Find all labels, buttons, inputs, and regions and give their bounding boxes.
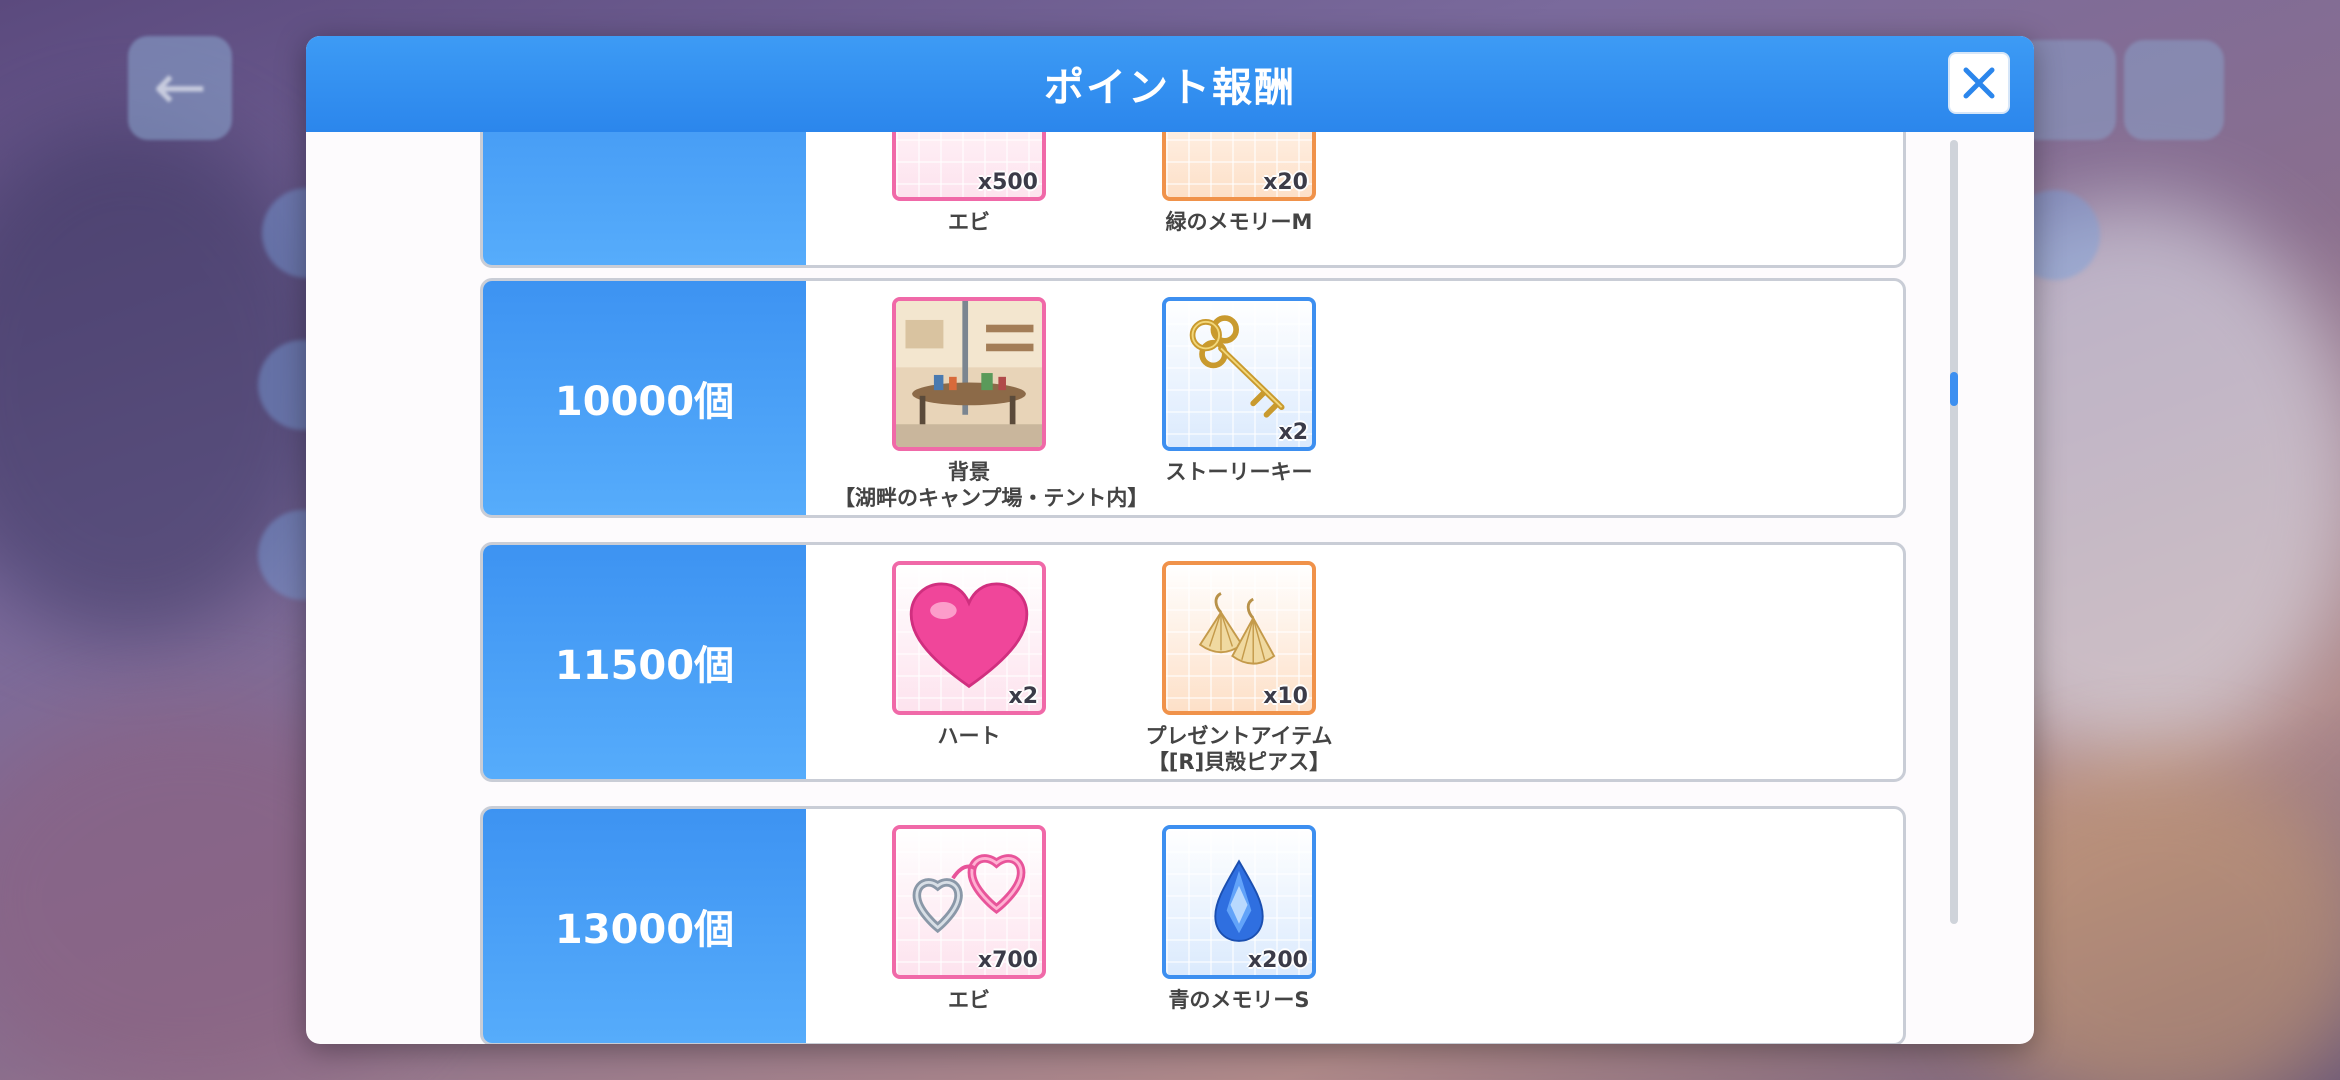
back-arrow-icon: ←	[128, 36, 232, 140]
item-quantity: x2	[1278, 420, 1309, 445]
reward-row: 11500個 x2 ハート x10 プレゼントアイテム 【[R]貝殻ピアス】	[480, 542, 1906, 782]
item-frame: x2	[1162, 297, 1316, 451]
point-reward-dialog: ポイント報酬 x500 エビ x20 緑のメモリーM 10000個 背景 【湖畔…	[306, 36, 2034, 1044]
reward-row: 13000個 x700 エビ x200 青のメモリーS	[480, 806, 1906, 1044]
reward-item[interactable]: x200 青のメモリーS	[1104, 825, 1374, 1013]
point-threshold: 13000個	[483, 809, 806, 1043]
item-name: ハート	[937, 724, 1001, 748]
point-threshold: 11500個	[483, 545, 806, 779]
item-frame	[892, 297, 1046, 451]
background-icon	[896, 301, 1042, 447]
item-quantity: x700	[977, 948, 1038, 973]
reward-item[interactable]: x10 プレゼントアイテム 【[R]貝殻ピアス】	[1104, 561, 1374, 775]
item-name: プレゼントアイテム 【[R]貝殻ピアス】	[1145, 724, 1333, 774]
item-frame: x2	[892, 561, 1046, 715]
item-name: エビ	[948, 988, 990, 1012]
point-threshold: 10000個	[483, 281, 806, 515]
reward-row: x500 エビ x20 緑のメモリーM	[480, 132, 1906, 268]
reward-item[interactable]: x2 ストーリーキー	[1104, 297, 1374, 485]
reward-item[interactable]: x500 エビ	[834, 132, 1104, 235]
dialog-title: ポイント報酬	[1044, 65, 1296, 111]
item-name: 背景 【湖畔のキャンプ場・テント内】	[834, 460, 1149, 510]
item-name: ストーリーキー	[1165, 460, 1313, 484]
scrollbar[interactable]	[1950, 140, 1958, 924]
scroll-thumb[interactable]	[1950, 372, 1958, 406]
reward-item[interactable]: x700 エビ	[834, 825, 1104, 1013]
item-frame: x700	[892, 825, 1046, 979]
item-name: エビ	[948, 210, 990, 234]
item-frame: x200	[1162, 825, 1316, 979]
item-frame: x10	[1162, 561, 1316, 715]
item-quantity: x10	[1263, 684, 1308, 709]
reward-item[interactable]: 背景 【湖畔のキャンプ場・テント内】	[834, 297, 1149, 511]
dialog-header: ポイント報酬	[306, 36, 2034, 132]
item-quantity: x20	[1263, 170, 1308, 195]
item-name: 青のメモリーS	[1168, 988, 1310, 1012]
item-quantity: x2	[1008, 684, 1039, 709]
item-frame: x20	[1162, 132, 1316, 201]
reward-list[interactable]: x500 エビ x20 緑のメモリーM 10000個 背景 【湖畔のキャンプ場・…	[306, 132, 2034, 1044]
reward-item[interactable]: x20 緑のメモリーM	[1104, 132, 1374, 235]
point-threshold	[483, 132, 806, 265]
item-quantity: x200	[1247, 948, 1308, 973]
reward-row: 10000個 背景 【湖畔のキャンプ場・テント内】 x2 ストーリーキー	[480, 278, 1906, 518]
item-name: 緑のメモリーM	[1165, 210, 1313, 234]
item-quantity: x500	[977, 170, 1038, 195]
close-icon	[1963, 67, 1995, 99]
reward-item[interactable]: x2 ハート	[834, 561, 1104, 749]
close-button[interactable]	[1948, 52, 2010, 114]
background-button	[2124, 40, 2224, 140]
item-frame: x500	[892, 132, 1046, 201]
